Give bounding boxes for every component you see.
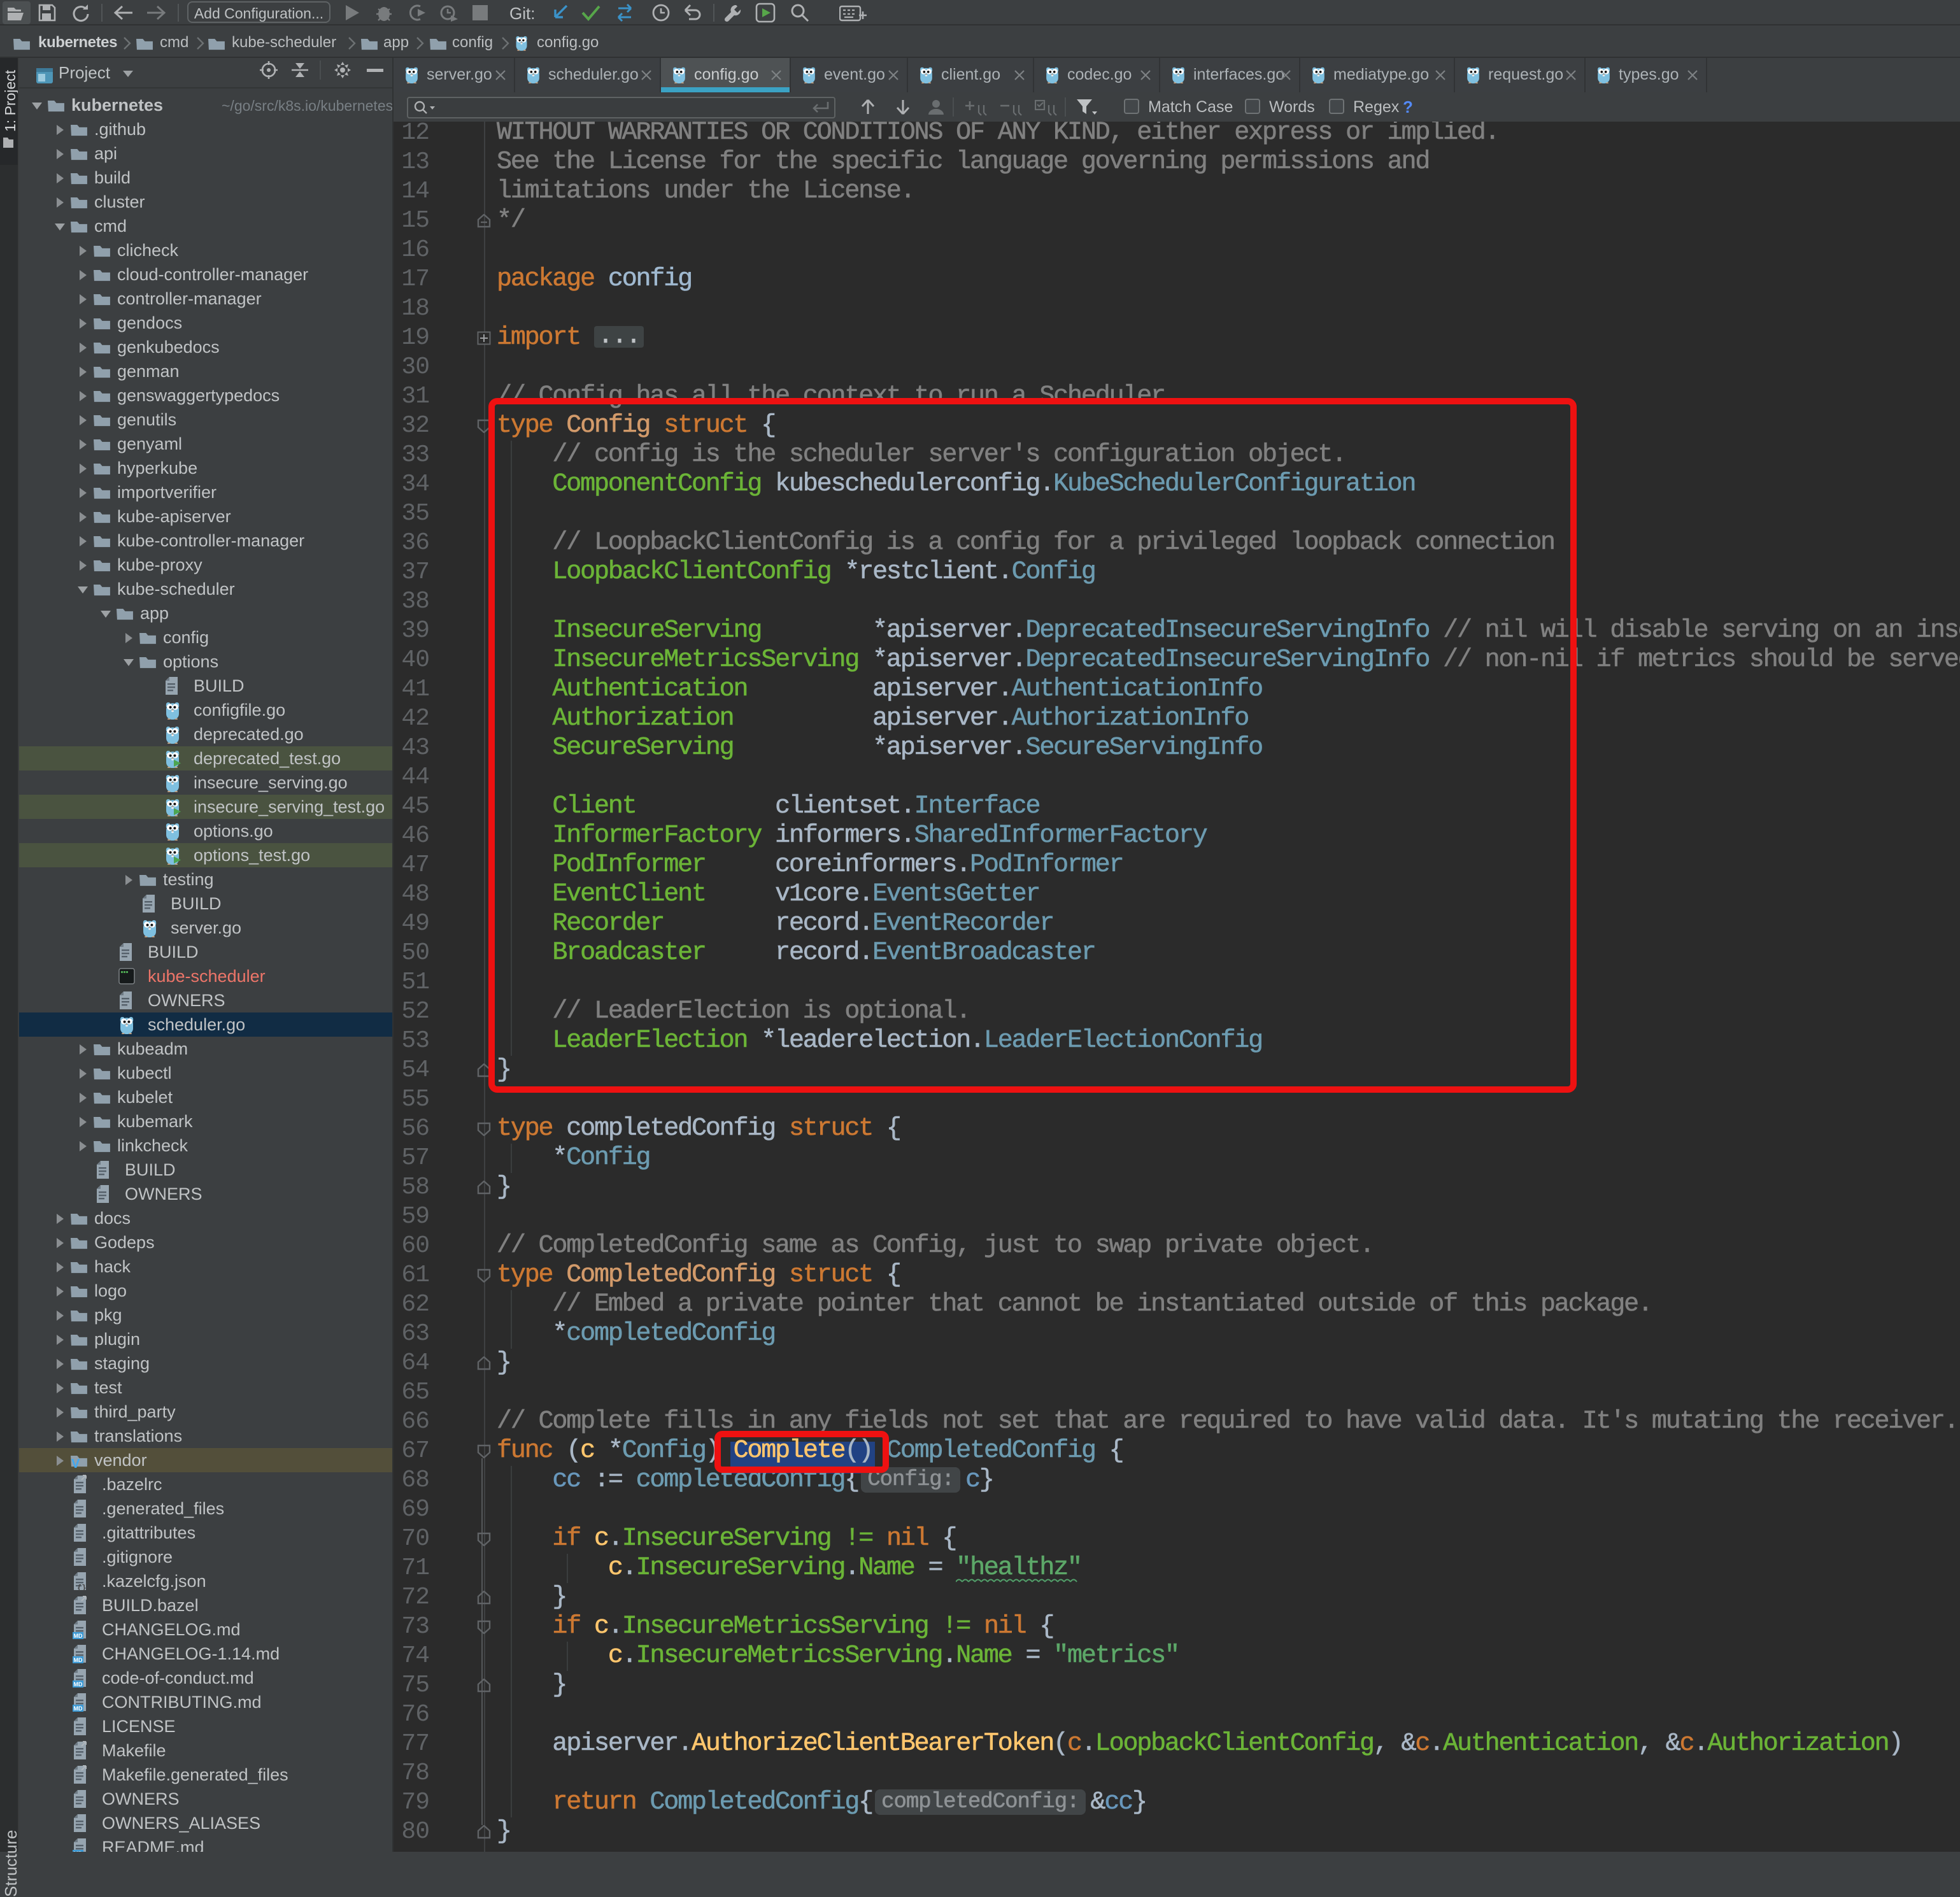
svg-text:MD: MD bbox=[74, 1657, 83, 1663]
svg-text:MD: MD bbox=[74, 1681, 83, 1687]
svg-text:MD: MD bbox=[74, 1705, 83, 1712]
svg-text:{}: {} bbox=[77, 1584, 86, 1591]
svg-text:MD: MD bbox=[74, 1633, 83, 1639]
